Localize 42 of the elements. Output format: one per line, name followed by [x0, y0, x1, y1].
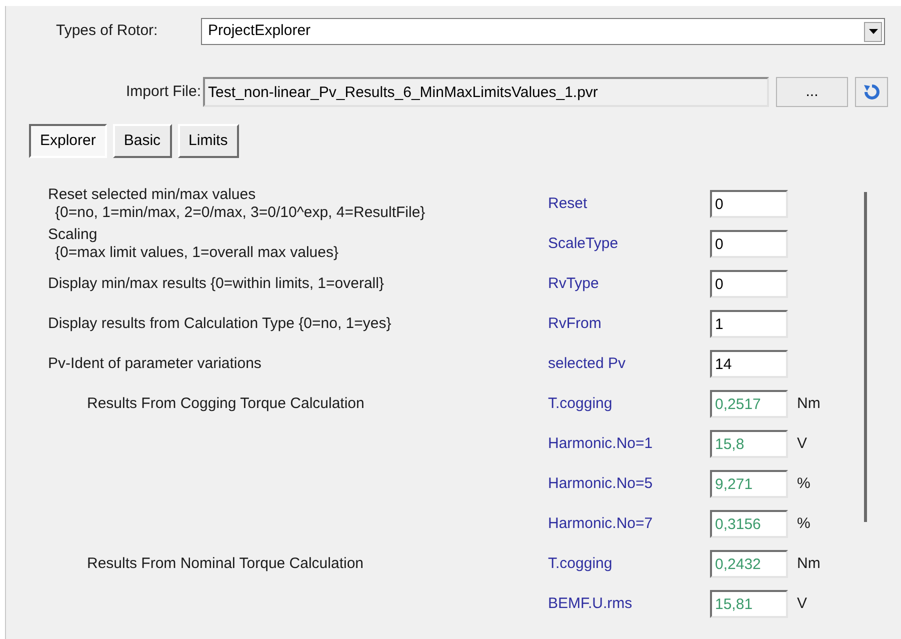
description-label: Pv-Ident of parameter variations — [48, 355, 262, 373]
parameter-label: Harmonic.No=5 — [548, 474, 654, 494]
parameter-label: BEMF.U.rms — [548, 594, 634, 614]
description-label: Reset selected min/max values — [48, 186, 257, 204]
description-label: Results From Nominal Torque Calculation — [87, 555, 365, 573]
unit-label: % — [797, 514, 810, 534]
description-label: Scaling — [48, 226, 98, 244]
scrollbar-thumb[interactable] — [864, 192, 868, 522]
value-field[interactable]: 0 — [710, 230, 788, 258]
description-label: Display min/max results {0=within limits, 1=overall} — [48, 275, 385, 293]
rotor-dropdown[interactable]: ProjectExplorer — [201, 18, 885, 45]
rotor-label: Types of Rotor: — [56, 21, 159, 42]
parameter-label: T.cogging — [548, 554, 614, 574]
parameter-label: Reset — [548, 194, 588, 214]
description-label: Results From Cogging Torque Calculation — [87, 395, 366, 413]
tab[interactable]: Limits — [178, 124, 239, 158]
import-file-label: Import File: — [124, 82, 201, 102]
value-field[interactable]: 1 — [710, 310, 788, 338]
unit-label: % — [797, 474, 810, 494]
value-field[interactable]: 0 — [710, 270, 788, 298]
parameter-label: selected Pv — [548, 354, 627, 374]
refresh-icon — [862, 83, 880, 101]
refresh-button[interactable] — [855, 77, 888, 107]
unit-label: Nm — [797, 394, 820, 414]
unit-label: Nm — [797, 554, 820, 574]
description-label: Display results from Calculation Type {0=no, 1=yes} — [48, 315, 392, 333]
parameter-label: RvFrom — [548, 314, 602, 334]
parameter-label: Harmonic.No=1 — [548, 434, 654, 454]
value-field[interactable]: 0 — [710, 190, 788, 218]
import-file-field[interactable]: Test_non-linear_Pv_Results_6_MinMaxLimitsValues_1.pvr — [203, 77, 769, 107]
parameter-label: T.cogging — [548, 394, 614, 414]
browse-button[interactable]: ... — [776, 77, 848, 107]
tab[interactable]: Basic — [112, 124, 172, 158]
value-field[interactable]: 14 — [710, 350, 788, 378]
parameter-label: ScaleType — [548, 234, 620, 254]
tab[interactable]: Explorer — [29, 124, 107, 158]
unit-label: V — [797, 434, 808, 454]
parameter-label: Harmonic.No=7 — [548, 514, 654, 534]
parameter-label: RvType — [548, 274, 600, 294]
description-note: {0=max limit values, 1=overall max values} — [54, 244, 340, 262]
unit-label: V — [797, 594, 808, 614]
description-note: {0=no, 1=min/max, 2=0/max, 3=0/10^exp, 4=ResultFile} — [54, 204, 426, 222]
